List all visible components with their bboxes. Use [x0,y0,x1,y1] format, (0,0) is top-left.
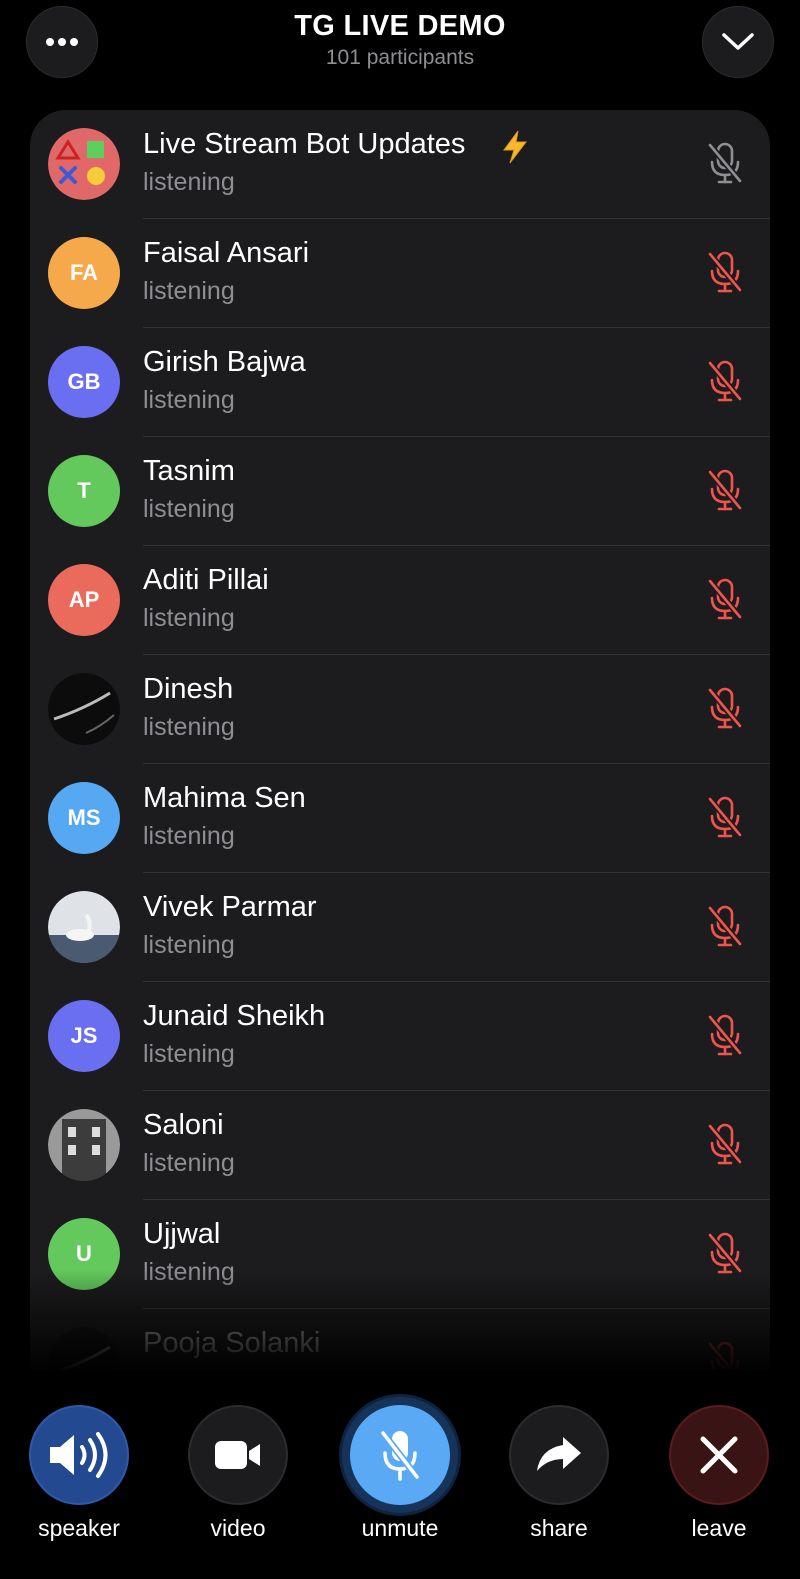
mic-muted-icon[interactable] [705,1122,745,1166]
participant-row[interactable]: FA Faisal Ansari listening [30,219,770,328]
participants-list[interactable]: Live Stream Bot Updates listening FA Faisal… [30,110,770,1370]
participant-row[interactable]: U Ujjwal listening [30,1200,770,1309]
participant-status: listening [143,1258,235,1286]
participant-name: Junaid Sheikh [143,1000,326,1032]
participant-row[interactable]: Dinesh listening [30,655,770,764]
share-label: share [530,1515,588,1541]
participant-row[interactable]: Live Stream Bot Updates listening [30,110,770,219]
participant-status: listening [143,168,235,196]
mic-muted-icon[interactable] [705,1013,745,1057]
mic-muted-icon[interactable] [705,577,745,621]
lightning-icon [503,130,528,164]
participant-row[interactable]: MS Mahima Sen listening [30,764,770,873]
call-header: TG LIVE DEMO 101 participants [0,0,800,100]
mic-muted-icon[interactable] [705,250,745,294]
participant-name: Pooja Solanki [143,1327,321,1359]
participant-name: Ujjwal [143,1218,221,1250]
mic-muted-icon[interactable] [705,1231,745,1275]
unmute-button[interactable] [350,1405,450,1505]
chevron-down-icon [722,33,754,50]
participant-row[interactable]: Vivek Parmar listening [30,873,770,982]
participant-name: Live Stream Bot Updates [143,128,466,160]
participant-avatar[interactable] [48,891,120,963]
participant-status: listening [143,1040,235,1068]
participant-name: Tasnim [143,455,235,487]
bot-shapes-avatar-icon [48,128,120,200]
collapse-button[interactable] [702,6,774,78]
mic-muted-icon[interactable] [705,686,745,730]
video-camera-icon [215,1441,260,1469]
video-button[interactable] [188,1405,288,1505]
participant-avatar[interactable]: U [48,1218,120,1290]
participant-status: listening [143,277,235,305]
mic-muted-icon[interactable] [705,904,745,948]
speaker-button[interactable] [29,1405,129,1505]
photo-avatar-icon [48,891,120,963]
photo-avatar-icon [48,1109,120,1181]
participant-avatar[interactable]: T [48,455,120,527]
speaker-icon [50,1432,108,1478]
participant-avatar[interactable]: GB [48,346,120,418]
video-control: video [183,1400,293,1542]
participant-status: listening [143,495,235,523]
participant-avatar[interactable]: JS [48,1000,120,1072]
participant-name: Vivek Parmar [143,891,317,923]
participants-count: 101 participants [325,46,475,69]
video-label: video [210,1515,266,1541]
participant-row[interactable]: GB Girish Bajwa listening [30,328,770,437]
mic-muted-icon[interactable] [705,141,745,185]
participant-status: listening [143,386,235,414]
participant-name: Aditi Pillai [143,564,269,596]
unmute-label: unmute [361,1515,439,1541]
participant-name: Dinesh [143,673,234,705]
participant-status: listening [143,713,235,741]
share-control: share [504,1400,614,1542]
share-button[interactable] [509,1405,609,1505]
participant-avatar[interactable] [48,1327,120,1370]
close-icon [700,1436,738,1474]
participant-avatar[interactable]: MS [48,782,120,854]
speaker-label: speaker [38,1515,120,1541]
participant-row[interactable]: JS Junaid Sheikh listening [30,982,770,1091]
participant-avatar[interactable]: AP [48,564,120,636]
unmute-control: unmute [345,1400,455,1542]
mic-muted-icon[interactable] [705,1340,745,1370]
leave-button[interactable] [669,1405,769,1505]
speaker-control: speaker [24,1400,134,1542]
participant-row[interactable]: AP Aditi Pillai listening [30,546,770,655]
leave-label: leave [691,1515,747,1541]
participant-name: Saloni [143,1109,224,1141]
mic-muted-icon[interactable] [705,795,745,839]
call-title: TG LIVE DEMO [294,10,506,42]
participant-status: listening [143,931,235,959]
call-controls: speaker video unmute share leave [0,1400,800,1579]
leave-control: leave [664,1400,774,1542]
participant-name: Mahima Sen [143,782,306,814]
participant-status: listening [143,604,235,632]
photo-avatar-icon [48,1327,120,1370]
participant-name: Faisal Ansari [143,237,310,269]
mic-muted-icon[interactable] [705,359,745,403]
participant-row[interactable]: T Tasnim listening [30,437,770,546]
participant-avatar[interactable] [48,673,120,745]
participant-name: Girish Bajwa [143,346,306,378]
participant-row[interactable]: Saloni listening [30,1091,770,1200]
participant-avatar[interactable]: FA [48,237,120,309]
participant-row[interactable]: Pooja Solanki [30,1309,770,1370]
share-arrow-icon [537,1437,581,1471]
photo-avatar-icon [48,673,120,745]
mic-off-icon [379,1429,421,1481]
participant-avatar[interactable] [48,1109,120,1181]
participant-status: listening [143,1149,235,1177]
participant-avatar[interactable] [48,128,120,200]
participant-status: listening [143,822,235,850]
mic-muted-icon[interactable] [705,468,745,512]
